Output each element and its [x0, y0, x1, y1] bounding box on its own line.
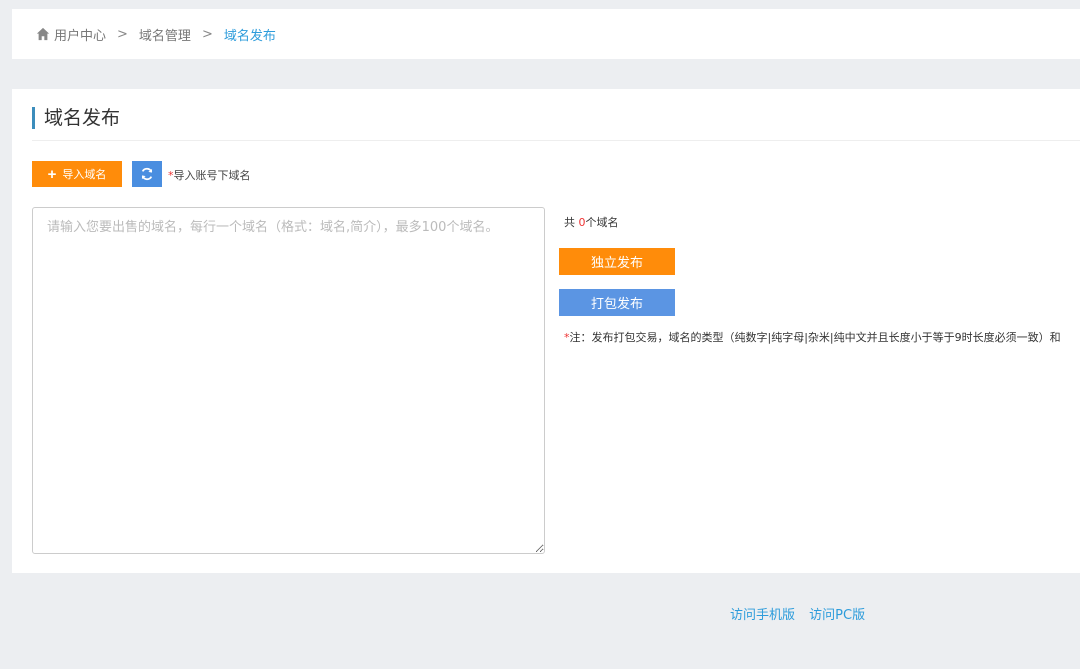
visit-mobile-link[interactable]: 访问手机版 — [730, 608, 795, 623]
page-title: 域名发布 — [32, 107, 120, 129]
breadcrumb-separator: > — [117, 26, 128, 42]
home-icon — [36, 27, 50, 41]
plus-icon: + — [47, 165, 57, 183]
import-domain-label: 导入域名 — [62, 169, 107, 181]
count-prefix: 共 — [564, 216, 579, 229]
note-text: 注：发布打包交易，域名的类型（纯数字|纯字母|杂米|纯中文并且长度小于等于9时长… — [569, 331, 1061, 344]
footer: 访问手机版 访问PC版 — [730, 604, 875, 623]
pack-publish-button[interactable]: 打包发布 — [559, 289, 675, 316]
count-suffix: 个域名 — [585, 216, 619, 229]
visit-pc-link[interactable]: 访问PC版 — [809, 608, 865, 623]
divider — [32, 140, 1080, 141]
refresh-icon — [141, 167, 153, 181]
import-hint: *导入账号下域名 — [168, 167, 251, 183]
publish-panel: 域名发布 + 导入域名 *导入账号下域名 共 0个域名 独立发布 打包发布 *注… — [12, 89, 1080, 573]
refresh-button[interactable] — [132, 161, 162, 187]
solo-publish-button[interactable]: 独立发布 — [559, 248, 675, 275]
domain-count: 共 0个域名 — [564, 214, 619, 230]
breadcrumb-user-center[interactable]: 用户中心 — [54, 25, 106, 44]
breadcrumb-domain-manage[interactable]: 域名管理 — [139, 25, 191, 44]
import-domain-button[interactable]: + 导入域名 — [32, 161, 122, 187]
domain-input[interactable] — [32, 207, 545, 554]
import-hint-text: 导入账号下域名 — [173, 169, 251, 182]
breadcrumb: 用户中心 > 域名管理 > 域名发布 — [12, 9, 1080, 59]
breadcrumb-separator: > — [201, 26, 213, 42]
count-value: 0 — [578, 216, 586, 229]
pack-note: *注：发布打包交易，域名的类型（纯数字|纯字母|杂米|纯中文并且长度小于等于9时… — [564, 329, 1080, 345]
breadcrumb-domain-publish[interactable]: 域名发布 — [224, 25, 276, 44]
